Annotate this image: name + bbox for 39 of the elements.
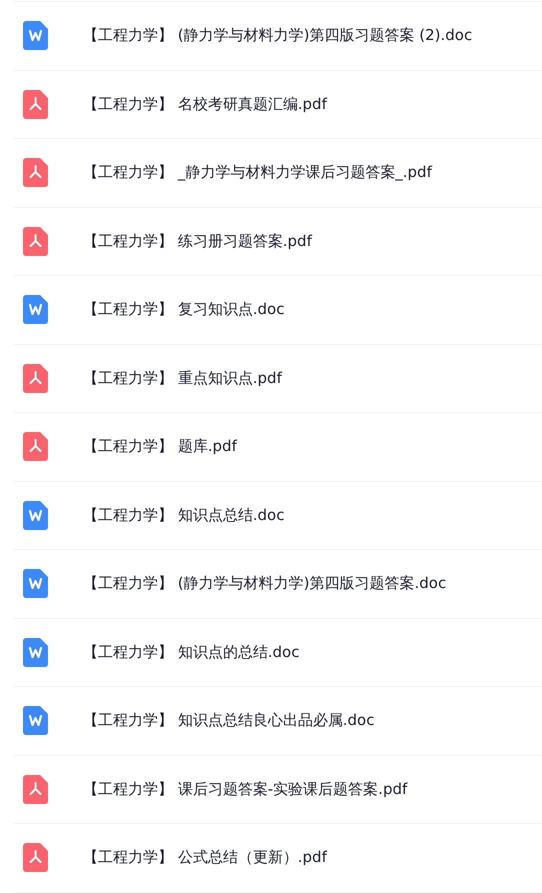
file-name: 【工程力学】 课后习题答案-实验课后题答案.pdf	[83, 780, 408, 799]
file-name: 【工程力学】 公式总结（更新）.pdf	[83, 848, 327, 868]
file-row[interactable]: 【工程力学】 重点知识点.pdf	[14, 344, 542, 413]
word-document-icon	[23, 500, 48, 530]
file-row[interactable]: 【工程力学】 _静力学与材料力学课后习题答案_.pdf	[14, 139, 542, 208]
word-document-icon	[23, 706, 48, 736]
file-row[interactable]: 【工程力学】 知识点总结良心出品必属.doc	[14, 687, 542, 756]
word-document-icon	[23, 638, 48, 667]
file-name: 【工程力学】 重点知识点.pdf	[83, 368, 282, 388]
file-name: 【工程力学】 (静力学与材料力学)第四版习题答案.doc	[83, 574, 446, 594]
file-name: 【工程力学】 复习知识点.doc	[83, 300, 284, 320]
word-document-icon	[23, 295, 48, 324]
file-row[interactable]: 【工程力学】 知识点的总结.doc	[14, 618, 542, 687]
file-name: 【工程力学】 名校考研真题汇编.pdf	[83, 94, 327, 114]
file-row[interactable]: 【工程力学】 (静力学与材料力学)第四版习题答案.doc	[14, 550, 542, 618]
file-name: 【工程力学】 题库.pdf	[83, 437, 237, 456]
file-name: 【工程力学】 知识点总结良心出品必属.doc	[83, 711, 374, 730]
file-row[interactable]: 【工程力学】 练习册习题答案.pdf	[14, 208, 542, 276]
file-row[interactable]: 【工程力学】 公式总结（更新）.pdf	[14, 824, 542, 892]
pdf-document-icon	[23, 364, 48, 393]
file-name: 【工程力学】 练习册习题答案.pdf	[83, 232, 312, 251]
pdf-document-icon	[23, 90, 48, 119]
file-row[interactable]: 【工程力学】 复习知识点.doc	[14, 276, 542, 344]
pdf-document-icon	[23, 843, 48, 872]
file-row[interactable]: 【工程力学】 课后习题答案-实验课后题答案.pdf	[14, 756, 542, 824]
pdf-document-icon	[23, 226, 48, 256]
word-document-icon	[23, 21, 48, 50]
file-name: 【工程力学】 (静力学与材料力学)第四版习题答案 (2).doc	[83, 26, 472, 46]
file-name: 【工程力学】 _静力学与材料力学课后习题答案_.pdf	[83, 163, 432, 182]
pdf-document-icon	[23, 158, 48, 188]
file-name: 【工程力学】 知识点的总结.doc	[83, 642, 300, 662]
file-row[interactable]: 【工程力学】 名校考研真题汇编.pdf	[14, 70, 542, 139]
file-row[interactable]: 【工程力学】 (静力学与材料力学)第四版习题答案 (2).doc	[14, 2, 542, 70]
file-row[interactable]: 【工程力学】 题库.pdf	[14, 413, 542, 482]
file-row[interactable]: 【工程力学】 知识点总结.doc	[14, 482, 542, 550]
file-name: 【工程力学】 知识点总结.doc	[83, 506, 284, 525]
pdf-document-icon	[23, 774, 48, 804]
pdf-document-icon	[23, 432, 48, 462]
word-document-icon	[23, 569, 48, 598]
